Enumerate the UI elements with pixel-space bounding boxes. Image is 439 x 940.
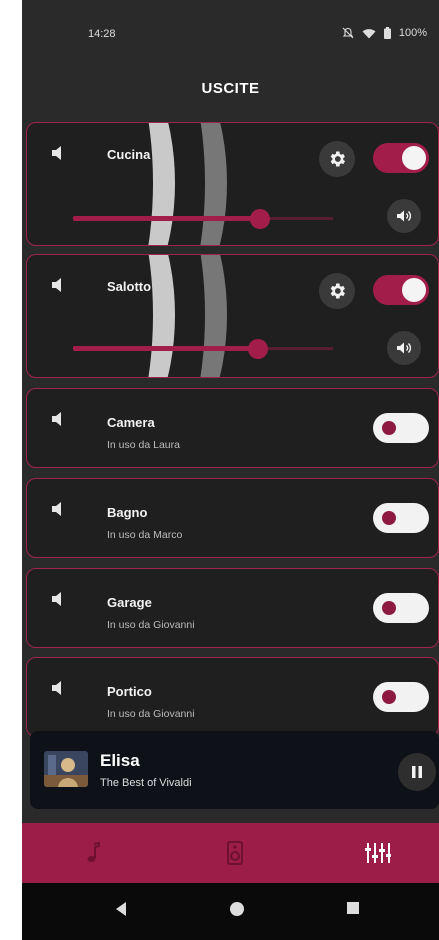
battery-level: 100%: [398, 27, 427, 39]
output-name: Camera: [107, 415, 155, 430]
volume-icon: [397, 342, 412, 354]
toggle-knob: [382, 601, 396, 615]
mini-player[interactable]: Elisa The Best of Vivaldi: [30, 731, 439, 809]
nav-speakers[interactable]: [215, 835, 255, 871]
slider-thumb[interactable]: [250, 209, 271, 229]
equalizer-icon: [365, 843, 391, 863]
phone-screen: 14:28 100% USCITE Cucina Salotto Camera …: [22, 0, 439, 940]
battery-icon: [383, 27, 391, 39]
slider-fill: [73, 346, 258, 351]
nav-outputs[interactable]: [358, 835, 398, 871]
toggle-knob: [382, 421, 396, 435]
output-toggle[interactable]: [373, 413, 429, 443]
output-card-cucina: Cucina: [26, 122, 439, 246]
album-art: [44, 751, 88, 787]
toggle-knob: [402, 146, 426, 170]
notifications-off-icon: [342, 27, 354, 39]
volume-icon: [397, 210, 412, 222]
toggle-knob: [382, 511, 396, 525]
system-nav-bar: [22, 883, 439, 940]
output-name: Garage: [107, 595, 152, 610]
nav-music[interactable]: [74, 835, 114, 871]
recents-icon[interactable]: [346, 901, 360, 915]
status-time: 14:28: [88, 28, 116, 40]
output-toggle[interactable]: [373, 275, 429, 305]
settings-button[interactable]: [319, 273, 355, 309]
volume-button[interactable]: [387, 331, 421, 365]
output-name: Cucina: [107, 147, 151, 162]
volume-slider[interactable]: [73, 207, 333, 231]
wifi-icon: [362, 28, 376, 38]
speaker-icon: [52, 412, 61, 426]
gear-icon: [330, 151, 345, 167]
status-bar: 14:28 100%: [22, 0, 439, 60]
output-card-bagno: Bagno In uso da Marco: [26, 478, 439, 558]
output-toggle[interactable]: [373, 143, 429, 173]
output-name: Portico: [107, 684, 152, 699]
slider-fill: [73, 216, 261, 221]
now-playing-subtitle: The Best of Vivaldi: [100, 777, 192, 789]
output-name: Bagno: [107, 505, 148, 520]
status-icons: 100%: [342, 27, 427, 39]
output-name: Salotto: [107, 279, 152, 294]
output-status: In uso da Giovanni: [107, 708, 195, 720]
toggle-knob: [402, 278, 426, 302]
speaker-device-icon: [227, 841, 243, 865]
volume-button[interactable]: [387, 199, 421, 233]
output-card-salotto: Salotto: [26, 254, 439, 378]
speaker-icon: [52, 278, 61, 292]
music-note-icon: [87, 842, 100, 862]
back-icon[interactable]: [114, 901, 128, 917]
output-toggle[interactable]: [373, 682, 429, 712]
output-status: In uso da Laura: [107, 439, 180, 451]
output-status: In uso da Giovanni: [107, 619, 195, 631]
output-card-garage: Garage In uso da Giovanni: [26, 568, 439, 648]
now-playing-title: Elisa: [100, 751, 140, 770]
speaker-icon: [52, 681, 61, 695]
slider-thumb[interactable]: [247, 339, 268, 359]
output-status: In uso da Marco: [107, 529, 183, 541]
settings-button[interactable]: [319, 141, 355, 177]
output-card-camera: Camera In uso da Laura: [26, 388, 439, 468]
page-title: USCITE: [22, 60, 439, 120]
output-card-portico: Portico In uso da Giovanni: [26, 657, 439, 737]
volume-slider[interactable]: [73, 337, 333, 361]
speaker-icon: [52, 592, 61, 606]
bottom-nav: [22, 823, 439, 883]
gear-icon: [330, 283, 345, 299]
pause-icon: [412, 766, 422, 778]
toggle-knob: [382, 690, 396, 704]
album-art-image: [44, 751, 88, 787]
speaker-icon: [52, 502, 61, 516]
output-toggle[interactable]: [373, 503, 429, 533]
pause-button[interactable]: [398, 753, 436, 791]
speaker-icon: [52, 146, 61, 160]
output-toggle[interactable]: [373, 593, 429, 623]
home-icon[interactable]: [229, 901, 245, 917]
